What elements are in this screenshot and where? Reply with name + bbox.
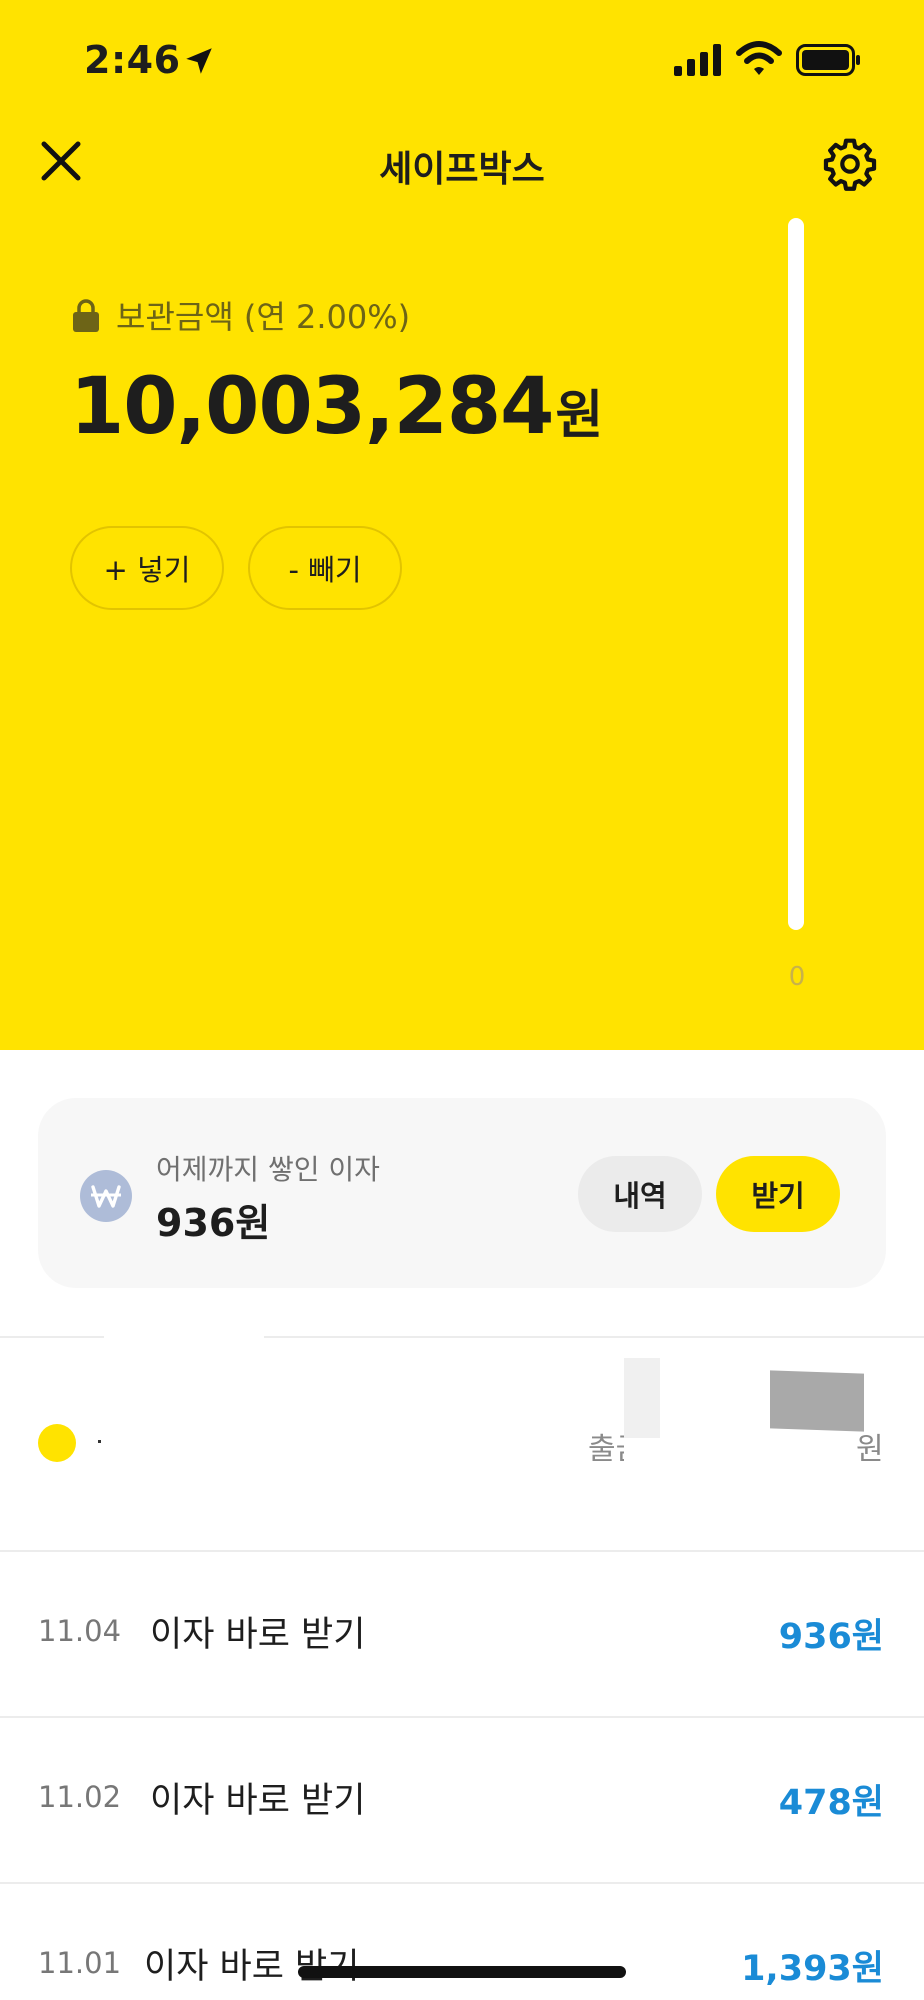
interest-value: 936원: [156, 1201, 271, 1245]
cellular-signal-icon: [674, 44, 721, 76]
transaction-amount: 1,393원: [741, 1949, 884, 1989]
interest-receive-button[interactable]: 받기: [716, 1156, 840, 1232]
deposit-button[interactable]: + 넣기: [70, 526, 224, 610]
yellow-dot-icon: [38, 1424, 76, 1462]
balance-amount-unit: 원: [555, 386, 603, 446]
gear-icon[interactable]: [822, 136, 878, 192]
balance-label-text: 보관금액 (연 2.00%): [116, 298, 411, 336]
filter-row[interactable]: 출금 원: [0, 1328, 924, 1550]
won-coin-icon: [80, 1170, 132, 1222]
redacted-patch: [624, 1358, 660, 1450]
status-time: 2:46: [84, 38, 181, 82]
transaction-title: 이자 바로 받기: [144, 1947, 360, 1987]
wifi-icon: [736, 41, 782, 75]
balance-label: 보관금액 (연 2.00%): [72, 292, 410, 338]
withdraw-button[interactable]: - 빼기: [248, 526, 402, 610]
transaction-date: 11.02: [38, 1780, 122, 1814]
balance-amount: 10,003,284원: [70, 362, 603, 452]
balance-amount-value: 10,003,284: [70, 362, 554, 452]
interest-history-button[interactable]: 내역: [578, 1156, 702, 1232]
transaction-row[interactable]: 11.01 이자 바로 받기 1,393원: [0, 1884, 924, 2000]
location-arrow-icon: [186, 48, 212, 74]
redacted-patch: [624, 1438, 844, 1550]
transaction-amount: 478원: [778, 1783, 884, 1823]
transaction-title: 이자 바로 받기: [150, 1781, 366, 1821]
redacted-dot: [98, 1440, 101, 1443]
transaction-row[interactable]: 11.02 이자 바로 받기 478원: [0, 1718, 924, 1882]
page-title: 세이프박스: [379, 149, 545, 190]
transaction-title: 이자 바로 받기: [150, 1615, 366, 1655]
balance-gauge-label: 0: [788, 962, 806, 992]
lock-icon: [73, 299, 99, 332]
transaction-amount: 936원: [778, 1617, 884, 1657]
redacted-patch: [770, 1370, 864, 1432]
redacted-patch: [104, 1328, 264, 1356]
battery-icon: [796, 44, 860, 76]
interest-card: 어제까지 쌓인 이자 936원 내역 받기: [38, 1098, 886, 1288]
home-indicator: [298, 1966, 626, 1978]
interest-label: 어제까지 쌓인 이자: [156, 1153, 380, 1186]
balance-gauge-bar: [788, 218, 804, 930]
status-bar: 2:46: [0, 0, 924, 120]
transaction-date: 11.01: [38, 1946, 122, 1980]
transaction-row[interactable]: 11.04 이자 바로 받기 936원: [0, 1552, 924, 1716]
transaction-date: 11.04: [38, 1614, 122, 1648]
